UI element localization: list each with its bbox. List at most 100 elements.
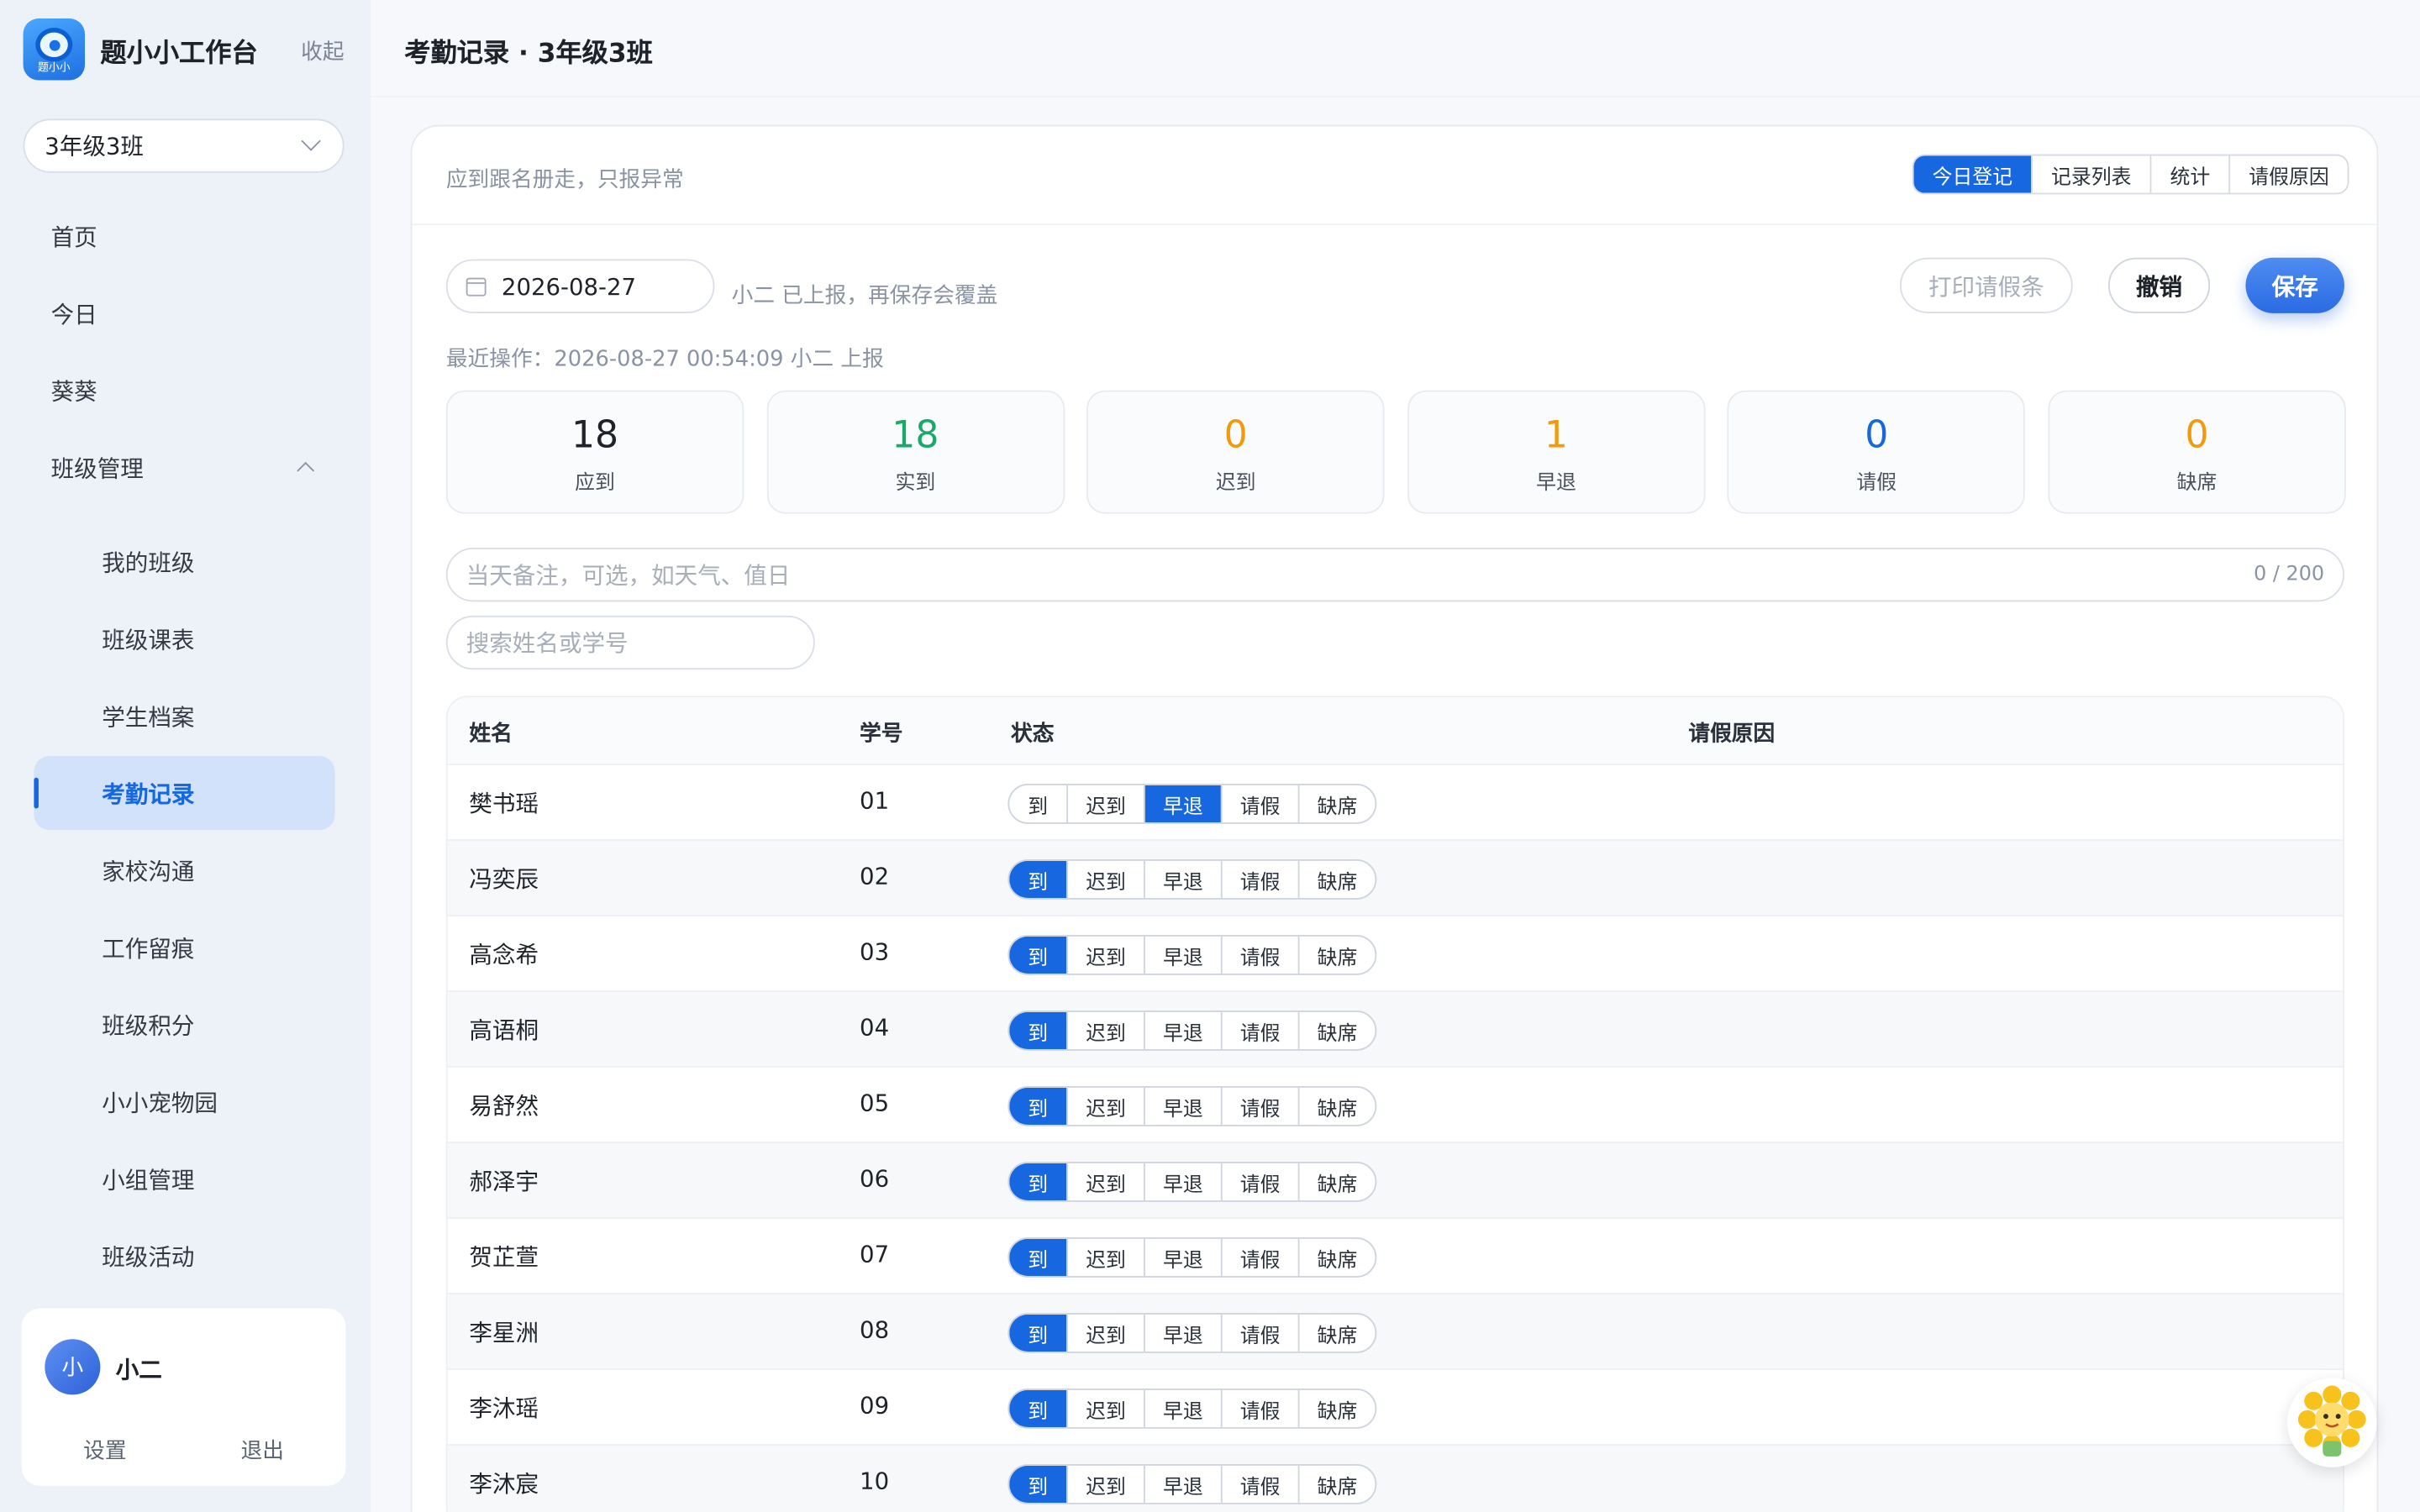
status-late-button[interactable]: 迟到 bbox=[1066, 936, 1144, 974]
status-early-leave-button[interactable]: 早退 bbox=[1144, 1238, 1221, 1276]
date-value: 2026-08-27 bbox=[501, 272, 637, 301]
status-early-leave-button[interactable]: 早退 bbox=[1144, 1011, 1221, 1049]
remark-input[interactable]: 当天备注，可选，如天气、值日 0 / 200 bbox=[445, 548, 2344, 602]
status-early-leave-button[interactable]: 早退 bbox=[1144, 1314, 1221, 1352]
status-early-leave-button[interactable]: 早退 bbox=[1144, 785, 1221, 822]
brand: 题小小 题小小工作台 bbox=[23, 18, 348, 81]
student-id: 01 bbox=[860, 786, 890, 815]
subnav-item-my-class[interactable]: 我的班级 bbox=[34, 524, 334, 598]
subnav-item-attendance[interactable]: 考勤记录 bbox=[34, 755, 335, 831]
status-late-button[interactable]: 迟到 bbox=[1066, 1389, 1144, 1427]
status-late-button[interactable]: 迟到 bbox=[1066, 1314, 1144, 1352]
status-absent-button[interactable]: 缺席 bbox=[1297, 1163, 1376, 1200]
subnav-item-timetable[interactable]: 班级课表 bbox=[34, 601, 334, 675]
tab-statistics[interactable]: 统计 bbox=[2149, 155, 2229, 193]
status-leave-button[interactable]: 请假 bbox=[1220, 936, 1298, 974]
status-absent-button[interactable]: 缺席 bbox=[1297, 1011, 1376, 1049]
print-leave-note-button[interactable]: 打印请假条 bbox=[1900, 257, 2073, 313]
status-absent-button[interactable]: 缺席 bbox=[1297, 1465, 1376, 1503]
status-late-button[interactable]: 迟到 bbox=[1066, 860, 1144, 898]
status-absent-button[interactable]: 缺席 bbox=[1297, 1087, 1376, 1125]
class-select[interactable]: 3年级3班 bbox=[23, 118, 345, 173]
subnav-item-activities[interactable]: 班级活动 bbox=[34, 1219, 334, 1293]
status-early-leave-button[interactable]: 早退 bbox=[1144, 1163, 1221, 1200]
status-leave-button[interactable]: 请假 bbox=[1220, 1087, 1298, 1125]
nav-item-today[interactable]: 今日 bbox=[34, 276, 334, 350]
table-row: 易舒然 05 到迟到 早退 请假 缺席 bbox=[447, 1068, 2344, 1144]
status-absent-button[interactable]: 缺席 bbox=[1297, 860, 1376, 898]
status-present-button[interactable]: 到 bbox=[1009, 1389, 1067, 1427]
stat-label: 请假 bbox=[1856, 472, 1897, 496]
status-early-leave-button[interactable]: 早退 bbox=[1144, 1087, 1221, 1125]
undo-button[interactable]: 撤销 bbox=[2107, 257, 2211, 313]
stat-label: 实到 bbox=[895, 472, 936, 496]
save-button[interactable]: 保存 bbox=[2245, 257, 2344, 313]
status-leave-button[interactable]: 请假 bbox=[1220, 860, 1298, 898]
status-present-button[interactable]: 到 bbox=[1009, 785, 1066, 822]
stat-card-leave: 0 请假 bbox=[1728, 390, 2026, 514]
status-late-button[interactable]: 迟到 bbox=[1066, 785, 1144, 822]
status-absent-button[interactable]: 缺席 bbox=[1297, 1314, 1376, 1352]
stat-value: 0 bbox=[1223, 413, 1248, 457]
logout-link[interactable]: 退出 bbox=[241, 1435, 284, 1466]
student-id: 08 bbox=[860, 1315, 890, 1344]
avatar[interactable]: 小 bbox=[45, 1339, 101, 1395]
status-absent-button[interactable]: 缺席 bbox=[1297, 1389, 1376, 1427]
status-present-button[interactable]: 到 bbox=[1009, 1238, 1067, 1276]
status-leave-button[interactable]: 请假 bbox=[1220, 1163, 1298, 1200]
user-name: 小二 bbox=[115, 1356, 162, 1384]
status-leave-button[interactable]: 请假 bbox=[1220, 1465, 1298, 1503]
sunflower-mascot-icon[interactable] bbox=[2287, 1378, 2377, 1467]
status-present-button[interactable]: 到 bbox=[1009, 1011, 1067, 1049]
student-search-input[interactable]: 搜索姓名或学号 bbox=[445, 615, 815, 670]
student-name: 李星洲 bbox=[469, 1319, 539, 1347]
status-late-button[interactable]: 迟到 bbox=[1066, 1087, 1144, 1125]
nav-label: 班级管理 bbox=[50, 454, 144, 482]
status-leave-button[interactable]: 请假 bbox=[1220, 785, 1298, 822]
status-present-button[interactable]: 到 bbox=[1009, 1314, 1067, 1352]
subnav-label: 我的班级 bbox=[102, 548, 195, 577]
stat-card-early-leave: 1 早退 bbox=[1407, 390, 1706, 514]
subnav-label: 班级活动 bbox=[102, 1242, 195, 1271]
status-late-button[interactable]: 迟到 bbox=[1066, 1163, 1144, 1200]
collapse-sidebar-button[interactable]: 收起 bbox=[301, 35, 344, 66]
status-absent-button[interactable]: 缺席 bbox=[1297, 936, 1376, 974]
student-id: 06 bbox=[860, 1164, 890, 1193]
status-early-leave-button[interactable]: 早退 bbox=[1144, 1465, 1221, 1503]
status-present-button[interactable]: 到 bbox=[1009, 936, 1067, 974]
status-late-button[interactable]: 迟到 bbox=[1066, 1238, 1144, 1276]
subnav-item-work-log[interactable]: 工作留痕 bbox=[34, 911, 334, 984]
subnav-item-groups[interactable]: 小组管理 bbox=[34, 1142, 334, 1215]
subnav-item-home-school[interactable]: 家校沟通 bbox=[34, 833, 334, 907]
subnav-item-points[interactable]: 班级积分 bbox=[34, 988, 334, 1062]
student-id: 10 bbox=[860, 1467, 890, 1495]
settings-link[interactable]: 设置 bbox=[83, 1435, 126, 1466]
status-present-button[interactable]: 到 bbox=[1009, 1465, 1067, 1503]
status-leave-button[interactable]: 请假 bbox=[1220, 1238, 1298, 1276]
nav-item-class-management[interactable]: 班级管理 bbox=[34, 430, 334, 504]
subnav-item-pet-garden[interactable]: 小小宠物园 bbox=[34, 1064, 334, 1138]
status-early-leave-button[interactable]: 早退 bbox=[1144, 1389, 1221, 1427]
status-late-button[interactable]: 迟到 bbox=[1066, 1465, 1144, 1503]
subnav-item-student-files[interactable]: 学生档案 bbox=[34, 679, 334, 753]
status-leave-button[interactable]: 请假 bbox=[1220, 1011, 1298, 1049]
status-present-button[interactable]: 到 bbox=[1009, 1163, 1067, 1200]
status-early-leave-button[interactable]: 早退 bbox=[1144, 936, 1221, 974]
logo-text: 题小小 bbox=[37, 61, 71, 75]
date-picker[interactable]: 2026-08-27 bbox=[445, 259, 715, 313]
status-early-leave-button[interactable]: 早退 bbox=[1144, 860, 1221, 898]
nav-item-kuikui[interactable]: 葵葵 bbox=[34, 354, 334, 428]
status-present-button[interactable]: 到 bbox=[1009, 1087, 1067, 1125]
status-absent-button[interactable]: 缺席 bbox=[1297, 785, 1376, 822]
tab-record-list[interactable]: 记录列表 bbox=[2031, 155, 2149, 193]
nav-item-home[interactable]: 首页 bbox=[34, 199, 334, 273]
tab-leave-reasons[interactable]: 请假原因 bbox=[2228, 155, 2347, 193]
status-late-button[interactable]: 迟到 bbox=[1066, 1011, 1144, 1049]
tab-today-register[interactable]: 今日登记 bbox=[1913, 155, 2032, 193]
status-absent-button[interactable]: 缺席 bbox=[1297, 1238, 1376, 1276]
status-leave-button[interactable]: 请假 bbox=[1220, 1389, 1298, 1427]
stat-value: 0 bbox=[2185, 413, 2209, 457]
status-present-button[interactable]: 到 bbox=[1009, 860, 1067, 898]
status-leave-button[interactable]: 请假 bbox=[1220, 1314, 1298, 1352]
col-name: 姓名 bbox=[469, 722, 513, 747]
